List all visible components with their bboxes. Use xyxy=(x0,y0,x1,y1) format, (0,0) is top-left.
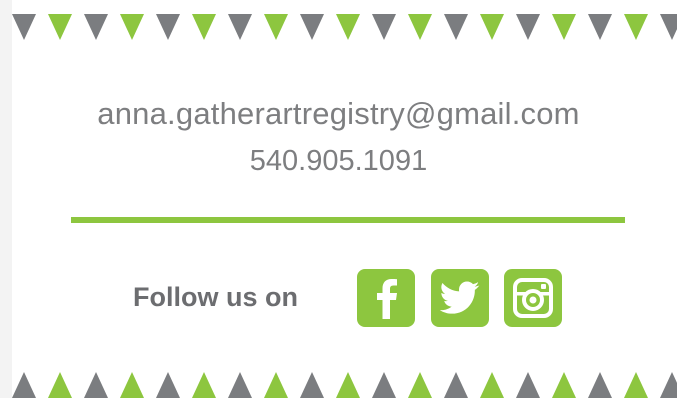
bunting-triangle xyxy=(372,14,396,40)
bunting-triangle xyxy=(660,14,677,40)
bunting-triangle xyxy=(192,372,216,398)
bunting-triangle xyxy=(480,372,504,398)
bunting-triangle xyxy=(300,14,324,40)
bunting-triangle xyxy=(624,372,648,398)
bunting-triangle xyxy=(588,14,612,40)
bunting-triangle xyxy=(372,372,396,398)
bunting-triangle xyxy=(48,372,72,398)
bunting-triangle xyxy=(660,372,677,398)
email-address[interactable]: anna.gatherartregistry@gmail.com xyxy=(0,96,677,132)
bunting-triangle xyxy=(516,14,540,40)
bunting-triangle xyxy=(300,372,324,398)
bunting-triangle xyxy=(264,14,288,40)
bunting-triangle xyxy=(444,372,468,398)
bunting-triangle xyxy=(408,372,432,398)
bottom-bunting-border xyxy=(12,372,677,398)
twitter-button[interactable] xyxy=(431,269,489,327)
bunting-triangle xyxy=(408,14,432,40)
phone-number[interactable]: 540.905.1091 xyxy=(0,145,677,178)
divider-line xyxy=(71,217,625,223)
bunting-triangle xyxy=(12,14,36,40)
top-bunting-border xyxy=(12,14,677,40)
bunting-triangle xyxy=(264,372,288,398)
bunting-triangle xyxy=(120,372,144,398)
bunting-triangle xyxy=(48,14,72,40)
bunting-triangle xyxy=(228,372,252,398)
bunting-triangle xyxy=(624,14,648,40)
bunting-triangle xyxy=(156,372,180,398)
bunting-triangle xyxy=(516,372,540,398)
facebook-button[interactable] xyxy=(357,269,415,327)
bunting-triangle xyxy=(12,372,36,398)
twitter-icon xyxy=(440,281,480,314)
bunting-triangle xyxy=(480,14,504,40)
bunting-triangle xyxy=(444,14,468,40)
bunting-triangle xyxy=(552,14,576,40)
instagram-button[interactable] xyxy=(504,269,562,327)
bunting-triangle xyxy=(192,14,216,40)
bunting-triangle xyxy=(336,14,360,40)
bunting-triangle xyxy=(84,14,108,40)
facebook-icon xyxy=(377,279,397,319)
follow-label: Follow us on xyxy=(133,282,298,312)
bunting-triangle xyxy=(156,14,180,40)
instagram-icon xyxy=(513,278,553,318)
contact-card xyxy=(12,0,677,398)
bunting-triangle xyxy=(120,14,144,40)
bunting-triangle xyxy=(228,14,252,40)
bunting-triangle xyxy=(552,372,576,398)
bunting-triangle xyxy=(336,372,360,398)
bunting-triangle xyxy=(588,372,612,398)
bunting-triangle xyxy=(84,372,108,398)
